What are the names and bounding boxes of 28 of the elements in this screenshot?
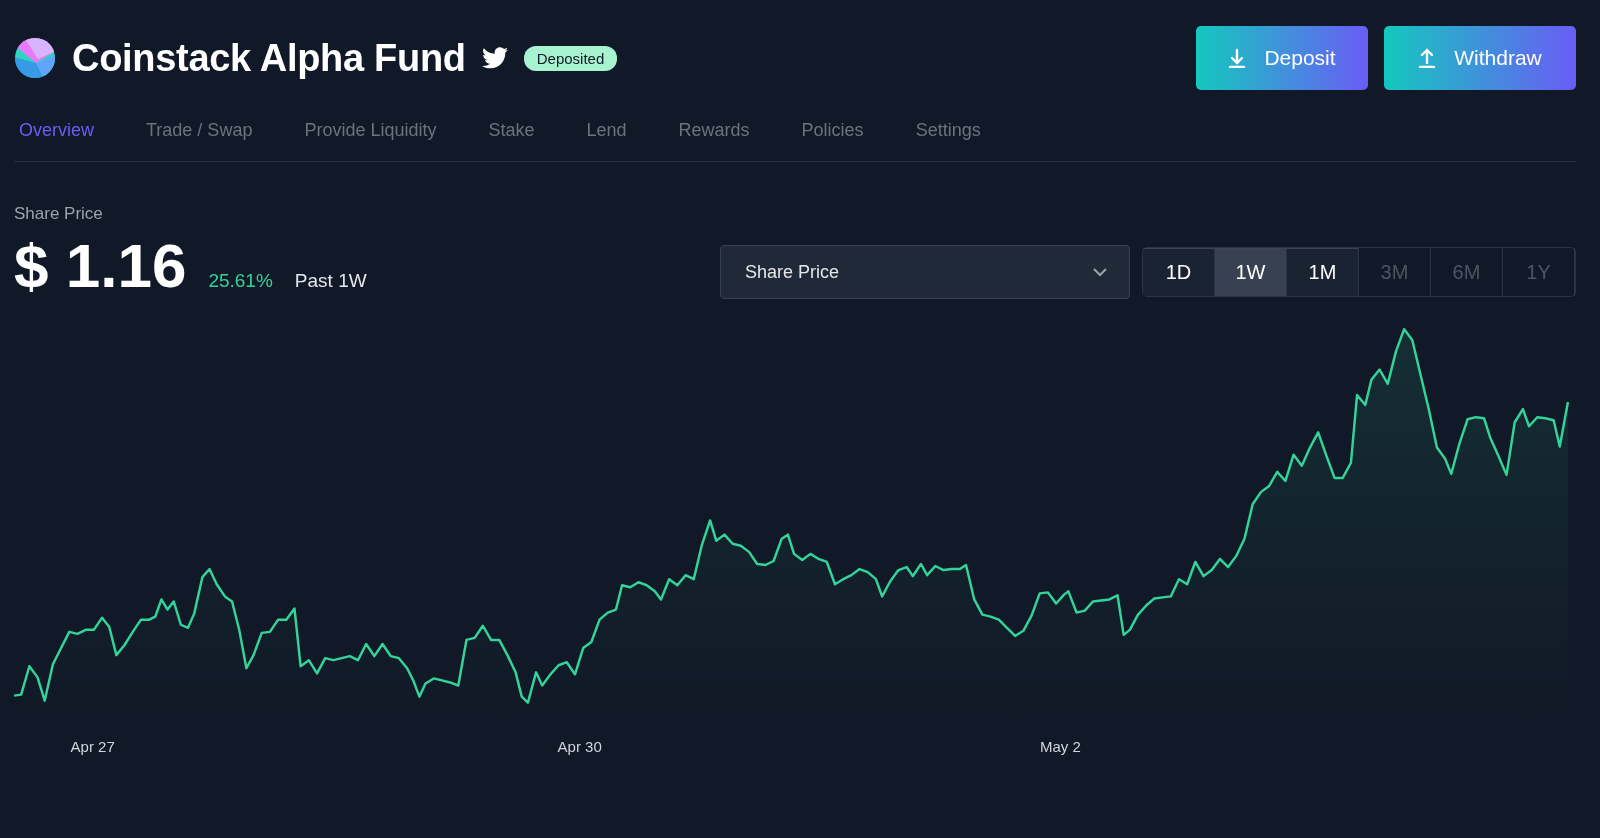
chevron-down-icon <box>1093 267 1107 277</box>
nav-tab[interactable]: Policies <box>796 120 869 141</box>
metric-select[interactable]: Share Price <box>720 245 1130 299</box>
axis-label: Apr 30 <box>557 738 602 755</box>
axis-label: Apr 27 <box>70 738 115 755</box>
nav-tab[interactable]: Settings <box>910 120 986 141</box>
fund-title: Coinstack Alpha Fund <box>72 36 466 80</box>
status-badge: Deposited <box>523 45 618 71</box>
range-tab[interactable]: 1M <box>1287 248 1359 296</box>
axis-label: May 2 <box>1040 738 1081 755</box>
nav-tab[interactable]: Lend <box>581 120 632 141</box>
price-change: 25.61% <box>208 270 273 292</box>
nav-tab[interactable]: Trade / Swap <box>141 120 258 141</box>
download-icon <box>1228 48 1247 68</box>
range-tab[interactable]: 1D <box>1143 248 1215 296</box>
nav-tab[interactable]: Provide Liquidity <box>299 120 442 141</box>
withdraw-button[interactable]: Withdraw <box>1384 26 1576 90</box>
nav-tab[interactable]: Rewards <box>673 120 755 141</box>
share-price: $ 1.16 <box>14 230 187 301</box>
nav-tab[interactable]: Overview <box>14 120 99 141</box>
metric-label: Share Price <box>14 204 104 224</box>
upload-icon <box>1418 48 1437 68</box>
nav-tab[interactable]: Stake <box>483 120 540 141</box>
deposit-button[interactable]: Deposit <box>1196 26 1368 90</box>
period-label: Past 1W <box>294 270 367 292</box>
logo-icon <box>14 37 56 79</box>
bird-icon[interactable] <box>481 47 508 69</box>
range-tab[interactable]: 1W <box>1215 248 1287 296</box>
